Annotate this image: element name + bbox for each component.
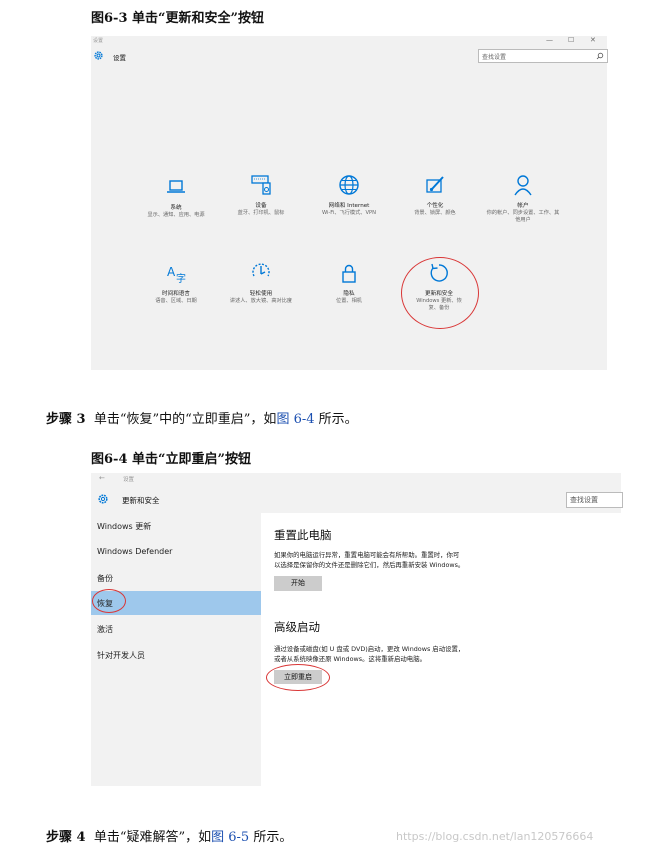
tile-personalization[interactable]: 个性化 背景、锁屏、颜色 (397, 174, 473, 217)
update-security-window: ← 设置 更新和安全 查找设置 Windows 更新 Windows Defen… (91, 473, 623, 786)
step-text: 单击“恢复”中的“立即重启”，如 (93, 412, 277, 427)
tile-title: 帐户 (517, 203, 529, 209)
tile-accounts[interactable]: 帐户 你的帐户、同步设置、工作、其他用户 (485, 174, 561, 224)
sidebar-item-backup[interactable]: 备份 (97, 573, 113, 584)
tile-devices[interactable]: 设备 蓝牙、打印机、鼠标 (223, 174, 299, 217)
step-4: 步骤 4 单击“疑难解答”，如图 6-5 所示。 (46, 826, 292, 845)
language-icon: A 字 (167, 265, 186, 285)
gear-icon (98, 494, 108, 504)
lock-icon (342, 264, 356, 283)
tile-desc: 显示、通知、应用、电源 (147, 212, 205, 218)
figure-caption-6-4: 图6-4 单击“立即重启”按钮 (91, 452, 251, 467)
sidebar-item-activation[interactable]: 激活 (97, 624, 113, 635)
tile-desc: 位置、相机 (336, 298, 362, 304)
advanced-description-2: 或者从系统映像还原 Windows。这将重新启动电脑。 (274, 655, 426, 663)
minimize-button[interactable]: — (546, 36, 553, 44)
step-text-end: 所示。 (318, 412, 358, 427)
search-input[interactable]: 查找设置 (566, 492, 623, 508)
tile-title: 网络和 Internet (328, 203, 370, 209)
sidebar: Windows 更新 Windows Defender 备份 恢复 激活 针对开… (91, 513, 261, 786)
gear-icon (94, 51, 103, 60)
figure-ref-link[interactable]: 图 6-5 (211, 830, 249, 845)
advanced-startup-heading: 高级启动 (274, 620, 320, 634)
tile-time-language[interactable]: A 字 时间和语言 语音、区域、日期 (138, 262, 214, 305)
search-placeholder: 查找设置 (570, 496, 598, 504)
back-button[interactable]: ← (99, 474, 105, 482)
figure-caption-6-3: 图6-3 单击“更新和安全”按钮 (91, 11, 264, 26)
tile-desc: 蓝牙、打印机、鼠标 (237, 210, 285, 216)
tile-title: 个性化 (426, 203, 444, 209)
tile-ease-of-access[interactable]: 轻松使用 讲述人、放大镜、高对比度 (223, 262, 299, 305)
get-started-button[interactable]: 开始 (274, 576, 322, 591)
window-caption: 设置 (93, 38, 104, 44)
maximize-button[interactable]: ☐ (568, 36, 574, 44)
highlight-circle (401, 257, 479, 329)
tile-title: 轻松使用 (249, 291, 273, 297)
person-icon (514, 175, 532, 196)
tile-title: 隐私 (343, 291, 355, 297)
search-placeholder: 查找设置 (482, 54, 507, 61)
reset-description-1: 如果你的电脑运行异常，重置电脑可能会有所帮助。重置时，你可 (274, 551, 460, 559)
figure-ref-link[interactable]: 图 6-4 (276, 412, 314, 427)
laptop-icon (167, 180, 185, 193)
step-label: 步骤 4 (46, 830, 86, 845)
tile-privacy[interactable]: 隐私 位置、相机 (311, 262, 387, 305)
watermark: https://blog.csdn.net/lan120576664 (396, 830, 594, 843)
ease-of-access-icon (252, 263, 270, 277)
search-input[interactable]: 查找设置 (478, 49, 608, 63)
page-title: 更新和安全 (122, 496, 160, 505)
reset-description-2: 以选择是保留你的文件还是删除它们，然后再重新安装 Windows。 (274, 561, 465, 569)
tile-desc: 讲述人、放大镜、高对比度 (229, 298, 293, 304)
reset-heading: 重置此电脑 (274, 528, 332, 542)
svg-text:A: A (167, 265, 176, 279)
settings-window: 设置 — ☐ ✕ 设置 查找设置 系统 显示、通知、应用、电源 设备 蓝牙、打印… (91, 36, 608, 370)
tile-title: 时间和语言 (162, 291, 190, 297)
tile-network[interactable]: 网络和 Internet Wi-Fi、飞行模式、VPN (311, 174, 387, 217)
globe-icon (339, 175, 359, 195)
tile-desc: 背景、锁屏、颜色 (414, 210, 456, 216)
tile-desc: 语音、区域、日期 (155, 298, 197, 304)
step-text: 单击“疑难解答”，如 (93, 830, 212, 845)
highlight-circle (266, 664, 330, 691)
search-icon[interactable] (596, 52, 604, 60)
svg-text:字: 字 (176, 272, 186, 284)
tile-title: 系统 (170, 205, 182, 211)
tile-system[interactable]: 系统 显示、通知、应用、电源 (138, 176, 214, 219)
paint-icon (426, 176, 444, 193)
step-3: 步骤 3 单击“恢复”中的“立即重启”，如图 6-4 所示。 (46, 408, 358, 427)
page-title: 设置 (113, 54, 126, 62)
close-button[interactable]: ✕ (590, 36, 596, 44)
keyboard-speaker-icon (251, 175, 271, 195)
step-label: 步骤 3 (46, 412, 86, 427)
tile-title: 设备 (255, 203, 267, 209)
window-caption: 设置 (123, 477, 135, 483)
step-text-end: 所示。 (253, 830, 293, 845)
sidebar-item-for-developers[interactable]: 针对开发人员 (97, 650, 145, 661)
tile-desc: 你的帐户、同步设置、工作、其他用户 (486, 210, 560, 223)
tile-desc: Wi-Fi、飞行模式、VPN (321, 210, 377, 216)
window-header (91, 473, 621, 513)
sidebar-item-windows-defender[interactable]: Windows Defender (97, 547, 172, 556)
highlight-circle (92, 589, 126, 613)
advanced-description-1: 通过设备或磁盘(如 U 盘或 DVD)启动，更改 Windows 启动设置， (274, 645, 465, 653)
sidebar-item-windows-update[interactable]: Windows 更新 (97, 521, 151, 532)
